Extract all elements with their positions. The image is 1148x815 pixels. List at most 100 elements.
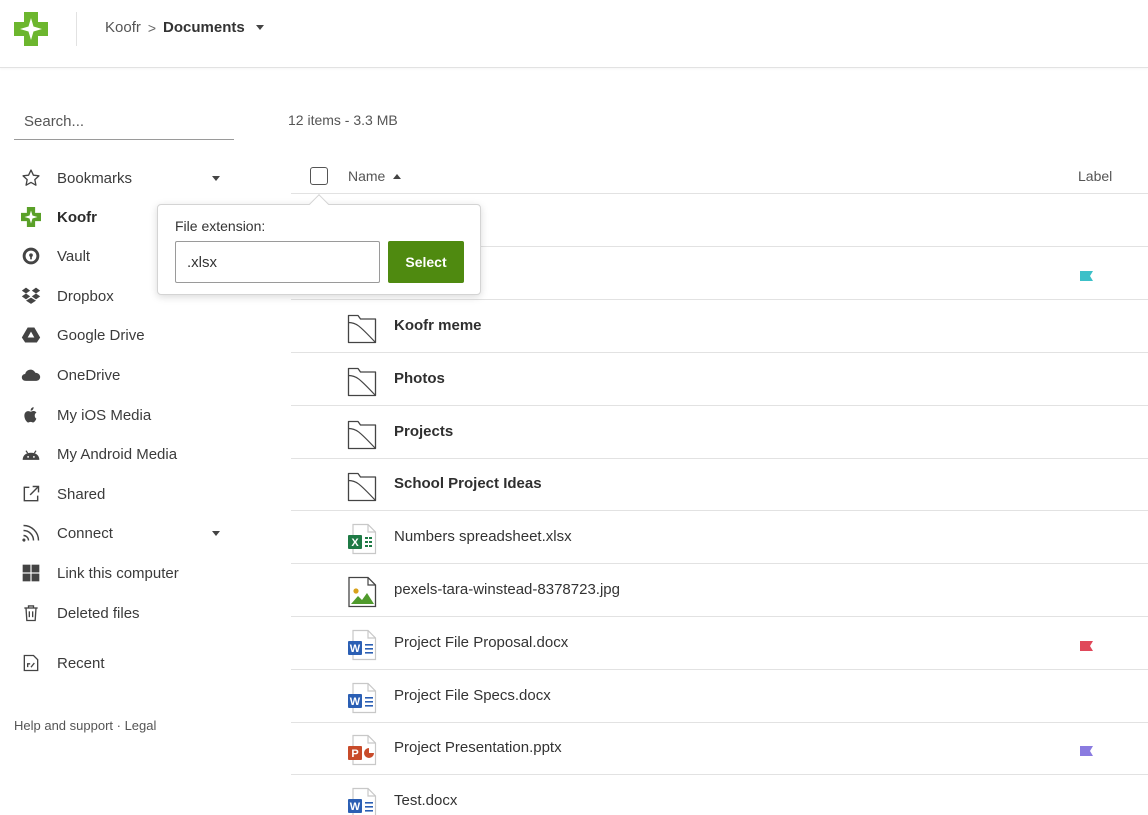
items-summary: 12 items - 3.3 MB [288, 112, 398, 128]
column-name-label: Name [348, 168, 386, 184]
windows-icon [20, 562, 42, 584]
sidebar-item-deleted-files[interactable]: Deleted files [20, 601, 230, 625]
breadcrumb-current[interactable]: Documents [163, 19, 245, 36]
file-name[interactable]: Photos [394, 370, 445, 387]
sidebar-item-ios-media[interactable]: My iOS Media [20, 403, 230, 427]
vault-icon [20, 245, 42, 267]
image-file-icon [347, 576, 377, 608]
file-extension-popover: File extension: Select [157, 194, 481, 295]
file-name[interactable]: Project Presentation.pptx [394, 739, 562, 756]
label-flag-icon[interactable] [1080, 743, 1093, 756]
sidebar-item-label: OneDrive [57, 366, 121, 384]
trash-icon [20, 602, 42, 624]
word-file-icon: W [347, 629, 377, 661]
share-icon [20, 483, 42, 505]
file-extension-input[interactable] [175, 241, 380, 283]
list-header: Name Label [291, 158, 1148, 194]
breadcrumb-dropdown-icon[interactable] [255, 25, 264, 30]
sidebar-item-label: Deleted files [57, 604, 140, 622]
column-label-header[interactable]: Label [1078, 168, 1112, 184]
sidebar-item-recent[interactable]: Recent [20, 651, 230, 675]
file-row[interactable]: W Test.docx [291, 775, 1148, 815]
file-row[interactable]: W Project File Specs.docx [291, 670, 1148, 723]
sidebar-item-label: Shared [57, 485, 106, 503]
koofr-logo-icon[interactable] [14, 12, 48, 46]
file-row[interactable]: School Project Ideas [291, 458, 1148, 511]
sidebar-item-label: Vault [57, 247, 91, 265]
file-row[interactable]: Koofr meme [291, 300, 1148, 353]
sidebar-item-android-media[interactable]: My Android Media [20, 442, 230, 466]
label-flag-icon[interactable] [1080, 638, 1093, 651]
sidebar-item-label: Recent [57, 654, 105, 672]
file-name[interactable]: Numbers spreadsheet.xlsx [394, 528, 572, 545]
google-drive-icon [20, 324, 42, 346]
file-row[interactable]: Projects [291, 406, 1148, 459]
sidebar-item-link-computer[interactable]: Link this computer [20, 561, 230, 585]
onedrive-icon [20, 364, 42, 386]
sidebar-item-label: Bookmarks [57, 169, 133, 187]
folder-icon [347, 312, 377, 344]
svg-text:W: W [350, 801, 361, 813]
koofr-icon [20, 206, 42, 228]
sidebar-item-onedrive[interactable]: OneDrive [20, 363, 230, 387]
sidebar-item-label: Google Drive [57, 326, 145, 344]
file-row[interactable]: pexels-tara-winstead-8378723.jpg [291, 564, 1148, 617]
svg-text:X: X [351, 537, 359, 549]
breadcrumb-separator: > [147, 19, 157, 36]
excel-file-icon: X [347, 523, 377, 555]
chevron-down-icon[interactable] [212, 531, 220, 536]
sidebar-footer: Help and support · Legal [14, 718, 156, 733]
word-file-icon: W [347, 682, 377, 714]
file-row[interactable]: W Project File Proposal.docx [291, 617, 1148, 670]
label-flag-icon[interactable] [1080, 268, 1093, 281]
powerpoint-file-icon: P [347, 734, 377, 766]
file-row[interactable]: Photos [291, 353, 1148, 406]
sidebar-item-label: Link this computer [57, 564, 179, 582]
select-all-checkbox[interactable] [310, 167, 328, 185]
file-name[interactable]: Test.docx [394, 792, 457, 809]
footer-separator: · [113, 718, 125, 733]
folder-icon [347, 470, 377, 502]
sidebar-item-connect[interactable]: Connect [20, 521, 230, 545]
sort-ascending-icon [393, 173, 402, 179]
search-input[interactable] [14, 104, 234, 140]
chevron-down-icon[interactable] [212, 176, 220, 181]
sidebar-item-label: My iOS Media [57, 406, 152, 424]
file-name[interactable]: Koofr meme [394, 317, 482, 334]
file-name[interactable]: Project File Specs.docx [394, 687, 551, 704]
folder-icon [347, 365, 377, 397]
rss-icon [20, 522, 42, 544]
top-header: Koofr > Documents [0, 0, 1148, 68]
android-icon [20, 443, 42, 465]
star-icon [20, 167, 42, 189]
svg-text:P: P [351, 748, 358, 760]
sidebar-item-label: Dropbox [57, 287, 114, 305]
legal-link[interactable]: Legal [125, 718, 157, 733]
file-extension-label: File extension: [175, 218, 266, 234]
sidebar-item-label: My Android Media [57, 445, 178, 463]
file-name[interactable]: pexels-tara-winstead-8378723.jpg [394, 581, 620, 598]
sidebar-item-google-drive[interactable]: Google Drive [20, 323, 230, 347]
apple-icon [20, 404, 42, 426]
dropbox-icon [20, 285, 42, 307]
file-name[interactable]: Projects [394, 423, 453, 440]
file-name[interactable]: Project File Proposal.docx [394, 634, 568, 651]
select-button[interactable]: Select [388, 241, 464, 283]
recent-icon [20, 652, 42, 674]
word-file-icon: W [347, 787, 377, 815]
column-name-header[interactable]: Name [348, 168, 402, 184]
file-row[interactable]: X Numbers spreadsheet.xlsx [291, 511, 1148, 564]
sidebar-item-label: Connect [57, 524, 113, 542]
sidebar-item-label: Koofr [57, 208, 97, 226]
header-divider [76, 12, 77, 46]
breadcrumb-root[interactable]: Koofr [105, 19, 141, 36]
help-support-link[interactable]: Help and support [14, 718, 113, 733]
file-row[interactable]: P Project Presentation.pptx [291, 722, 1148, 775]
breadcrumb: Koofr > Documents [105, 19, 264, 36]
sidebar-item-shared[interactable]: Shared [20, 482, 230, 506]
file-name[interactable]: School Project Ideas [394, 475, 542, 492]
folder-icon [347, 418, 377, 450]
svg-text:W: W [350, 643, 361, 655]
svg-text:W: W [350, 696, 361, 708]
sidebar-item-bookmarks[interactable]: Bookmarks [20, 166, 230, 190]
